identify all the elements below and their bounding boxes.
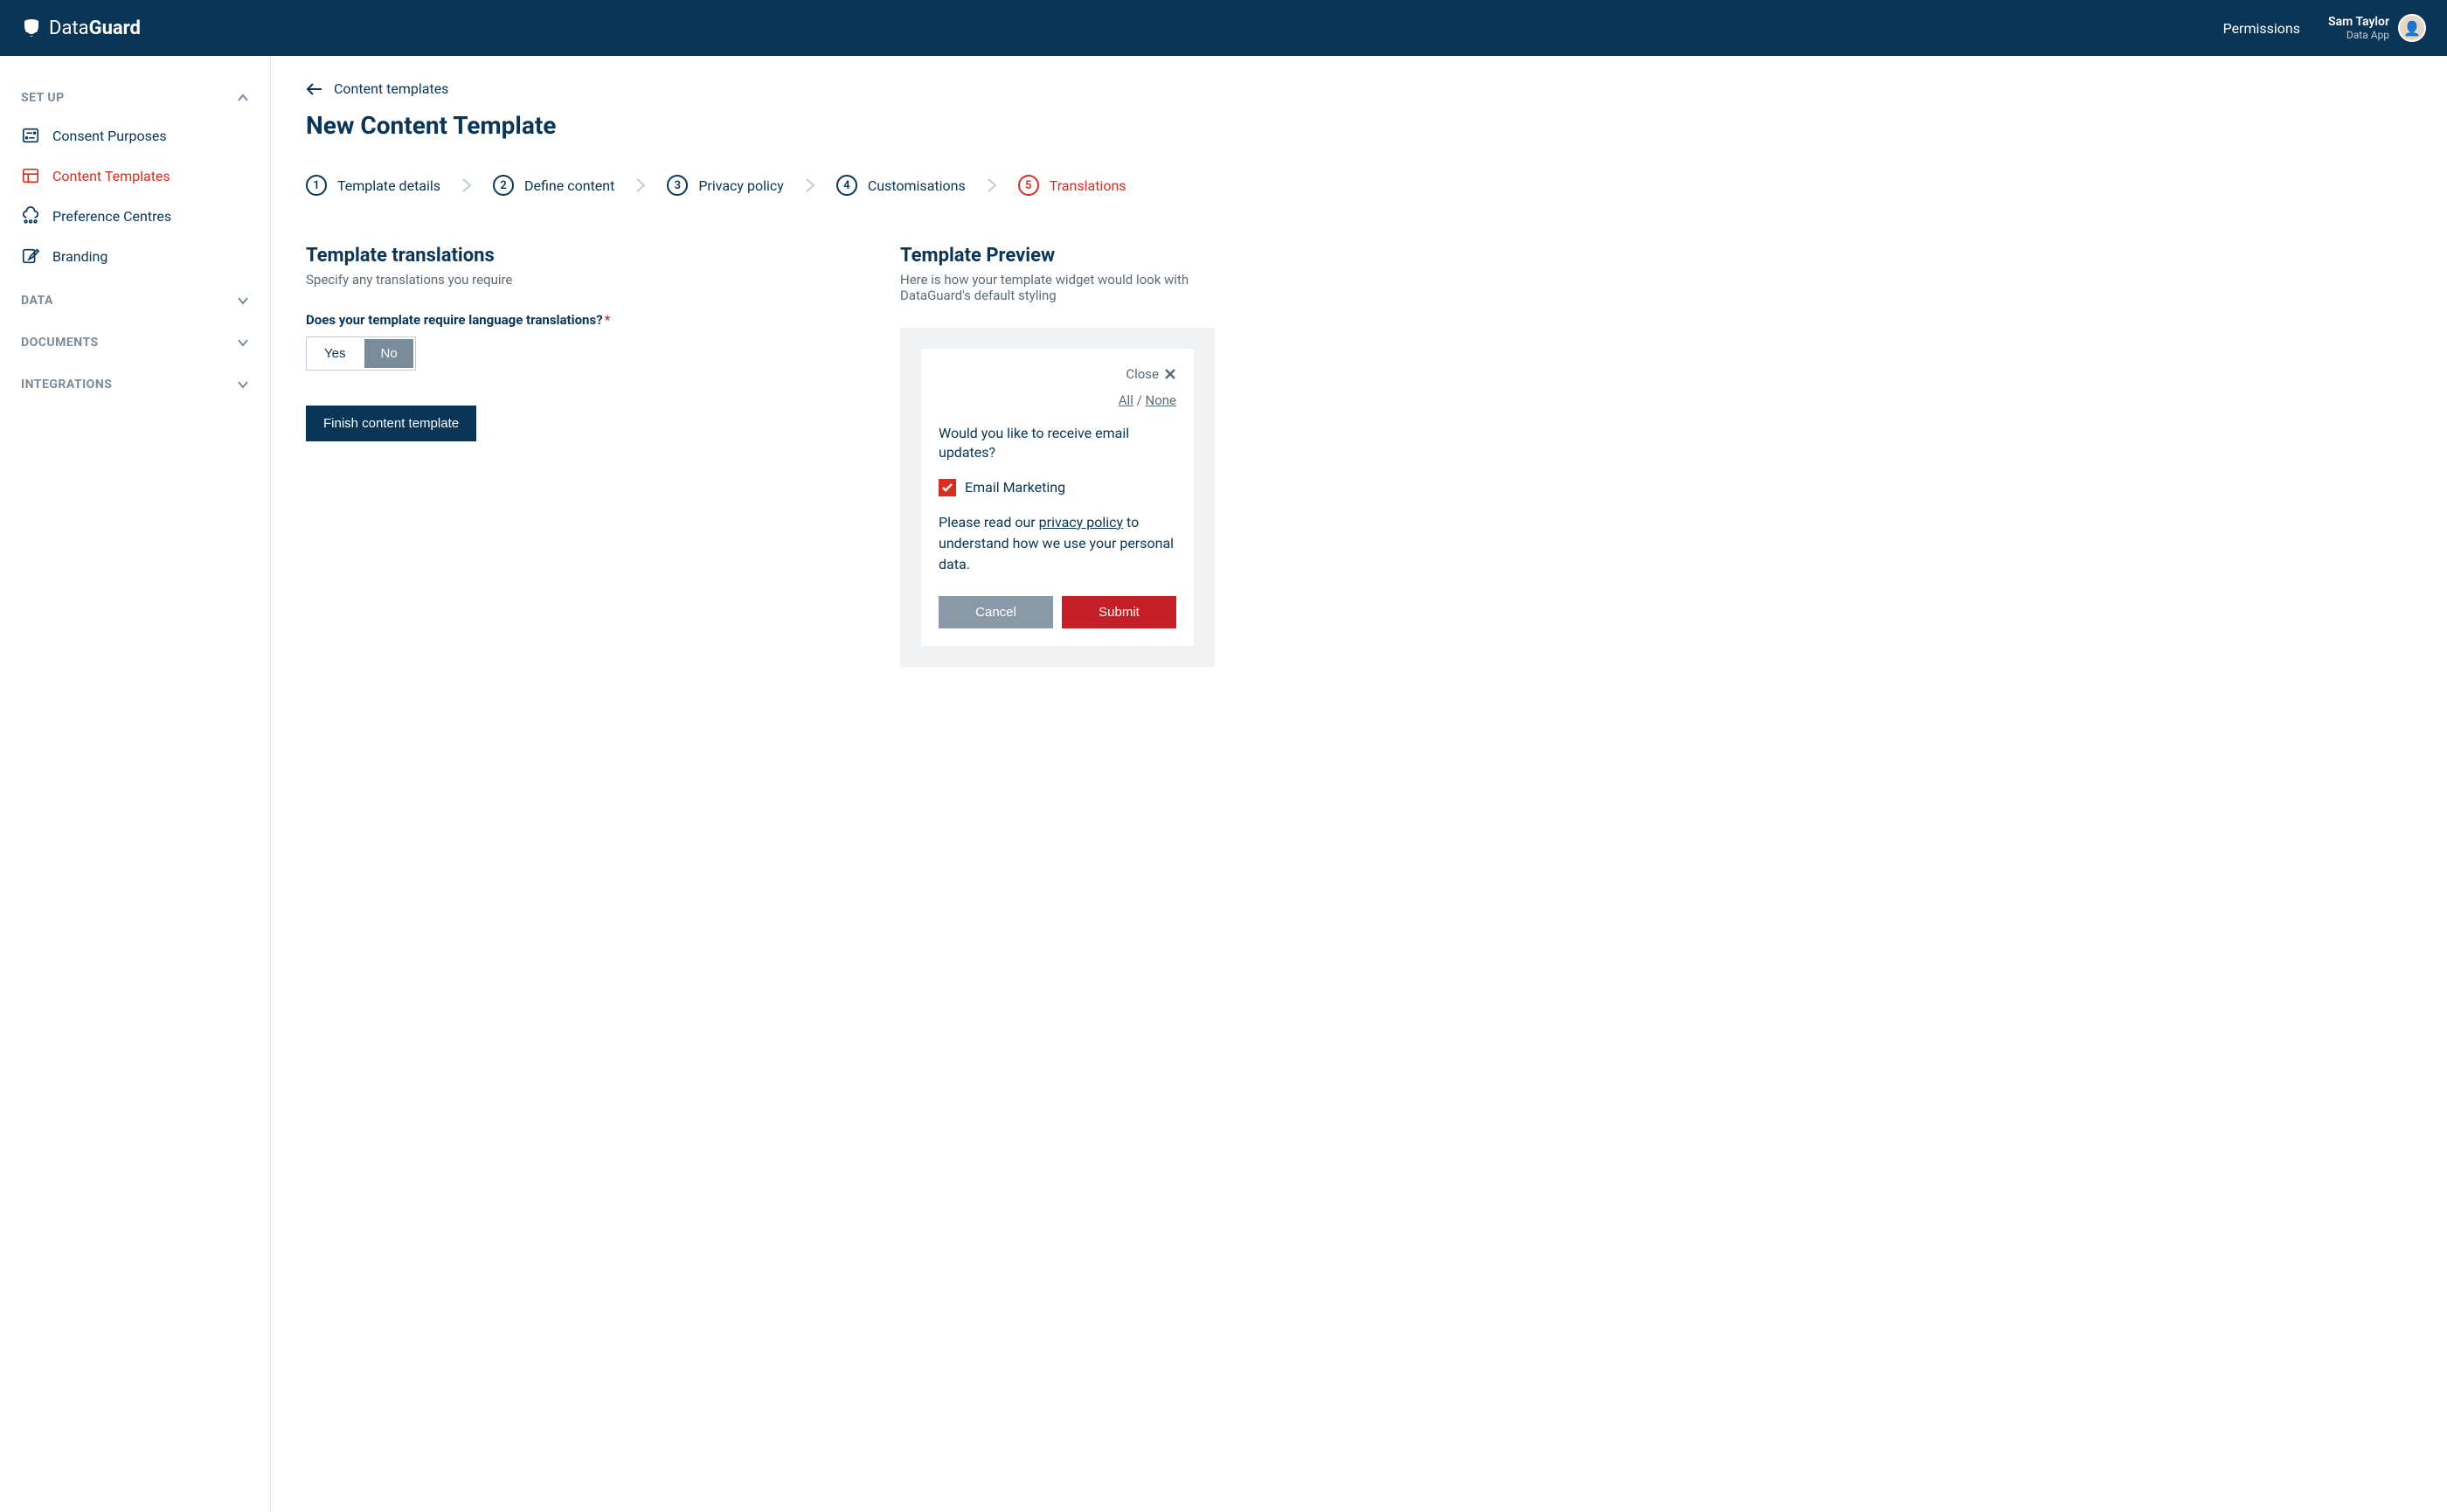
step-number: 1 — [306, 175, 327, 196]
preview-title: Template Preview — [900, 245, 1215, 267]
translations-section: Template translations Specify any transl… — [306, 245, 830, 441]
nav-section-label: DATA — [21, 294, 53, 308]
sidebar-item-label: Preference Centres — [52, 208, 171, 225]
select-none-link[interactable]: None — [1146, 392, 1177, 408]
step-template-details[interactable]: 1 Template details — [306, 175, 440, 196]
widget-checkbox-label: Email Marketing — [965, 479, 1065, 496]
widget-policy-text: Please read our privacy policy to unders… — [939, 512, 1176, 575]
nav-section-documents[interactable]: DOCUMENTS — [21, 325, 249, 360]
chevron-down-icon — [237, 295, 249, 307]
sliders-icon — [21, 126, 40, 145]
step-label: Translations — [1050, 177, 1126, 194]
sidebar-item-label: Content Templates — [52, 168, 170, 184]
chevron-right-icon — [635, 177, 646, 193]
sidebar-item-label: Consent Purposes — [52, 128, 167, 144]
avatar[interactable]: 👤 — [2398, 14, 2426, 42]
step-number: 5 — [1018, 175, 1039, 196]
nav-section-label: INTEGRATIONS — [21, 378, 112, 392]
user-app: Data App — [2328, 29, 2389, 41]
translations-question: Does your template require language tran… — [306, 312, 830, 328]
brand-name: DataGuard — [49, 17, 141, 39]
chevron-down-icon — [237, 336, 249, 349]
step-label: Define content — [524, 177, 614, 194]
step-define-content[interactable]: 2 Define content — [493, 175, 614, 196]
nav-section-integrations[interactable]: INTEGRATIONS — [21, 367, 249, 402]
chevron-right-icon — [461, 177, 472, 193]
sidebar-item-label: Branding — [52, 248, 107, 265]
step-number: 3 — [667, 175, 688, 196]
step-customisations[interactable]: 4 Customisations — [836, 175, 966, 196]
main-content: Content templates New Content Template 1… — [271, 56, 2447, 1512]
edit-icon — [21, 246, 40, 266]
close-label: Close — [1126, 366, 1159, 382]
sidebar-item-branding[interactable]: Branding — [21, 236, 249, 276]
chevron-right-icon — [987, 177, 997, 193]
privacy-policy-link[interactable]: privacy policy — [1039, 514, 1123, 531]
stepper: 1 Template details 2 Define content 3 Pr… — [306, 175, 2412, 196]
step-number: 2 — [493, 175, 514, 196]
nav-section-label: SET UP — [21, 91, 65, 105]
toggle-no-button[interactable]: No — [364, 339, 412, 368]
step-label: Customisations — [868, 177, 966, 194]
widget-close-button[interactable]: Close — [939, 366, 1176, 382]
close-icon — [1164, 368, 1176, 380]
finish-template-button[interactable]: Finish content template — [306, 406, 476, 441]
nav-section-setup[interactable]: SET UP — [21, 80, 249, 115]
user-text: Sam Taylor Data App — [2328, 15, 2389, 41]
chevron-down-icon — [237, 378, 249, 391]
back-link[interactable]: Content templates — [306, 80, 2412, 97]
step-label: Template details — [337, 177, 440, 194]
chevron-up-icon — [237, 92, 249, 104]
preview-subtitle: Here is how your template widget would l… — [900, 272, 1215, 303]
widget-all-none: All / None — [939, 392, 1176, 408]
translations-title: Template translations — [306, 245, 830, 267]
step-privacy-policy[interactable]: 3 Privacy policy — [667, 175, 784, 196]
checkmark-icon — [942, 483, 953, 492]
widget-question: Would you like to receive email updates? — [939, 424, 1176, 463]
sidebar: SET UP Consent Purposes Content Template… — [0, 56, 271, 1512]
layout-icon — [21, 166, 40, 185]
select-all-link[interactable]: All — [1119, 392, 1133, 408]
arrow-left-icon — [306, 83, 323, 95]
top-header: DataGuard Permissions Sam Taylor Data Ap… — [0, 0, 2447, 56]
cloud-icon — [21, 206, 40, 225]
translations-subtitle: Specify any translations you require — [306, 272, 830, 288]
permissions-link[interactable]: Permissions — [2223, 20, 2300, 37]
nav-section-label: DOCUMENTS — [21, 336, 99, 350]
step-number: 4 — [836, 175, 857, 196]
widget-cancel-button[interactable]: Cancel — [939, 596, 1053, 628]
header-right: Permissions Sam Taylor Data App 👤 — [2223, 14, 2426, 42]
nav-section-data[interactable]: DATA — [21, 283, 249, 318]
step-translations[interactable]: 5 Translations — [1018, 175, 1126, 196]
widget-submit-button[interactable]: Submit — [1062, 596, 1176, 628]
chevron-right-icon — [805, 177, 815, 193]
step-label: Privacy policy — [698, 177, 784, 194]
preview-box: Close All / None Would you like to recei… — [900, 328, 1215, 667]
user-name: Sam Taylor — [2328, 15, 2389, 29]
yes-no-toggle: Yes No — [306, 336, 416, 371]
sidebar-item-preference-centres[interactable]: Preference Centres — [21, 196, 249, 236]
brand-logo[interactable]: DataGuard — [21, 17, 141, 39]
widget-checkbox-row[interactable]: Email Marketing — [939, 479, 1176, 496]
preview-section: Template Preview Here is how your templa… — [900, 245, 1215, 667]
widget-buttons: Cancel Submit — [939, 596, 1176, 628]
sidebar-item-consent-purposes[interactable]: Consent Purposes — [21, 115, 249, 156]
toggle-yes-button[interactable]: Yes — [308, 339, 361, 368]
back-label: Content templates — [334, 80, 448, 97]
preview-widget: Close All / None Would you like to recei… — [921, 349, 1194, 646]
sidebar-item-content-templates[interactable]: Content Templates — [21, 156, 249, 196]
page-title: New Content Template — [306, 111, 2412, 140]
checkbox-checked-icon[interactable] — [939, 479, 956, 496]
user-menu[interactable]: Sam Taylor Data App 👤 — [2328, 14, 2426, 42]
shield-icon — [21, 17, 42, 38]
